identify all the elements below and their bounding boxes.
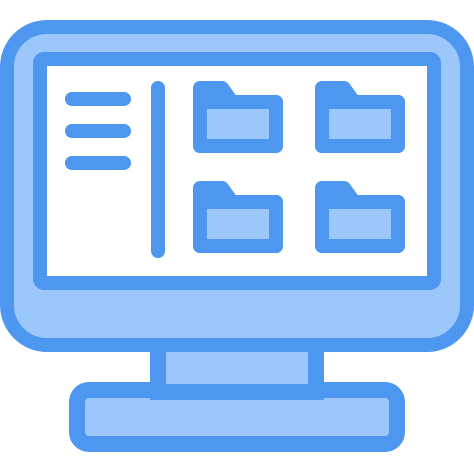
desktop-computer-icon [0, 20, 474, 452]
folder-icon [322, 88, 398, 146]
folder-icon [322, 188, 398, 246]
folder-icon [200, 188, 276, 246]
folder-icon [200, 88, 276, 146]
icon-canvas [0, 0, 474, 474]
